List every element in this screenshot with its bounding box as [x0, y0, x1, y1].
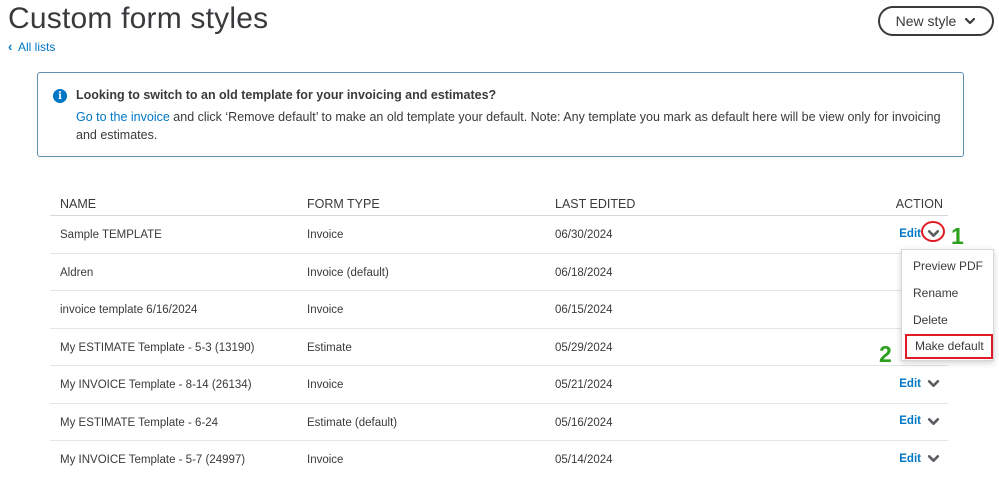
annotation-circle	[921, 221, 945, 242]
row-name: My ESTIMATE Template - 5-3 (13190)	[60, 341, 255, 354]
table-row: My INVOICE Template - 8-14 (26134) Invoi…	[50, 366, 948, 404]
table-row: My ESTIMATE Template - 6-24 Estimate (de…	[50, 404, 948, 441]
table-row: Aldren Invoice (default) 06/18/2024	[50, 254, 948, 291]
annotation-step-1: 1	[951, 223, 964, 249]
row-name: My INVOICE Template - 8-14 (26134)	[60, 379, 252, 391]
all-lists-link[interactable]: ‹ All lists	[8, 40, 55, 54]
edit-link[interactable]: Edit	[899, 415, 921, 427]
header-name[interactable]: NAME	[60, 197, 96, 211]
menu-item-delete[interactable]: Delete	[913, 313, 948, 327]
row-form-type: Estimate (default)	[307, 416, 398, 429]
row-last-edited: 05/29/2024	[555, 341, 613, 354]
row-name: invoice template 6/16/2024	[60, 304, 198, 316]
row-action: Edit	[899, 452, 940, 465]
row-name: My INVOICE Template - 5-7 (24997)	[60, 454, 246, 466]
chevron-down-icon[interactable]	[927, 415, 940, 428]
header-action: ACTION	[895, 197, 943, 211]
chevron-left-icon: ‹	[8, 39, 13, 54]
row-last-edited: 05/21/2024	[555, 379, 613, 391]
row-form-type: Invoice (default)	[307, 266, 389, 279]
action-dropdown-menu: Preview PDF Rename Delete Make default	[901, 249, 994, 361]
header-form-type[interactable]: FORM TYPE	[307, 197, 380, 211]
table-row: My ESTIMATE Template - 5-3 (13190) Estim…	[50, 329, 948, 366]
chevron-down-icon[interactable]	[927, 452, 940, 465]
row-last-edited: 06/30/2024	[555, 229, 613, 241]
row-form-type: Invoice	[307, 304, 344, 316]
edit-link[interactable]: Edit	[899, 453, 921, 465]
chevron-down-icon[interactable]	[927, 377, 940, 390]
row-last-edited: 06/18/2024	[555, 266, 613, 279]
row-form-type: Invoice	[307, 454, 344, 466]
table-row: Sample TEMPLATE Invoice 06/30/2024 Edit	[50, 216, 948, 254]
row-last-edited: 06/15/2024	[555, 304, 613, 316]
row-last-edited: 05/16/2024	[555, 416, 613, 429]
edit-link[interactable]: Edit	[899, 228, 921, 240]
page-title: Custom form styles	[8, 2, 269, 35]
menu-item-rename[interactable]: Rename	[913, 286, 958, 300]
info-body: Go to the invoice and click ‘Remove defa…	[76, 109, 956, 144]
edit-link[interactable]: Edit	[899, 378, 921, 390]
table-header: NAME FORM TYPE LAST EDITED ACTION	[50, 190, 948, 216]
info-icon: i	[53, 89, 67, 103]
table-row: invoice template 6/16/2024 Invoice 06/15…	[50, 291, 948, 329]
new-style-label: New style	[895, 13, 957, 29]
menu-item-preview-pdf[interactable]: Preview PDF	[913, 259, 983, 273]
go-to-invoice-link[interactable]: Go to the invoice	[76, 110, 170, 124]
all-lists-label: All lists	[18, 40, 56, 54]
row-name: Aldren	[60, 266, 94, 279]
menu-item-make-default[interactable]: Make default	[905, 334, 993, 359]
info-banner: i Looking to switch to an old template f…	[37, 72, 964, 157]
form-styles-table: NAME FORM TYPE LAST EDITED ACTION Sample…	[50, 190, 948, 478]
info-body-text: and click ‘Remove default’ to make an ol…	[76, 110, 941, 142]
row-form-type: Invoice	[307, 229, 344, 241]
header-last-edited[interactable]: LAST EDITED	[555, 197, 635, 211]
row-name: My ESTIMATE Template - 6-24	[60, 416, 219, 429]
info-heading: Looking to switch to an old template for…	[76, 88, 497, 102]
row-name: Sample TEMPLATE	[60, 229, 162, 241]
row-form-type: Invoice	[307, 379, 344, 391]
chevron-down-icon	[965, 17, 976, 25]
annotation-step-2: 2	[879, 341, 892, 367]
row-action: Edit	[899, 415, 940, 428]
row-form-type: Estimate	[307, 341, 352, 354]
row-last-edited: 05/14/2024	[555, 454, 613, 466]
new-style-button[interactable]: New style	[878, 6, 994, 36]
row-action: Edit	[899, 377, 940, 390]
table-row: My INVOICE Template - 5-7 (24997) Invoic…	[50, 441, 948, 478]
